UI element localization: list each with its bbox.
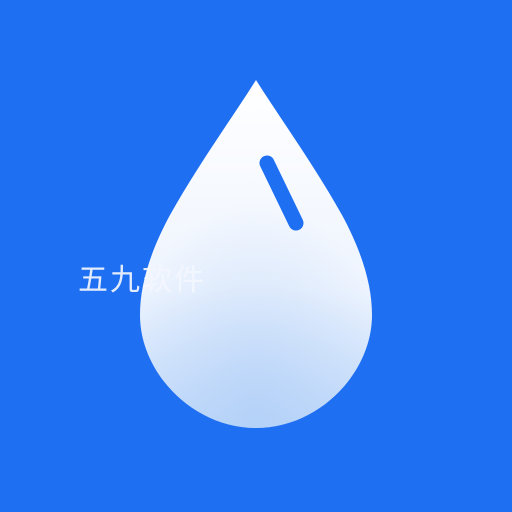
app-icon: 五九软件 [0, 0, 512, 512]
watermark-text: 五九软件 [78, 263, 206, 298]
water-drop-icon [140, 80, 372, 428]
